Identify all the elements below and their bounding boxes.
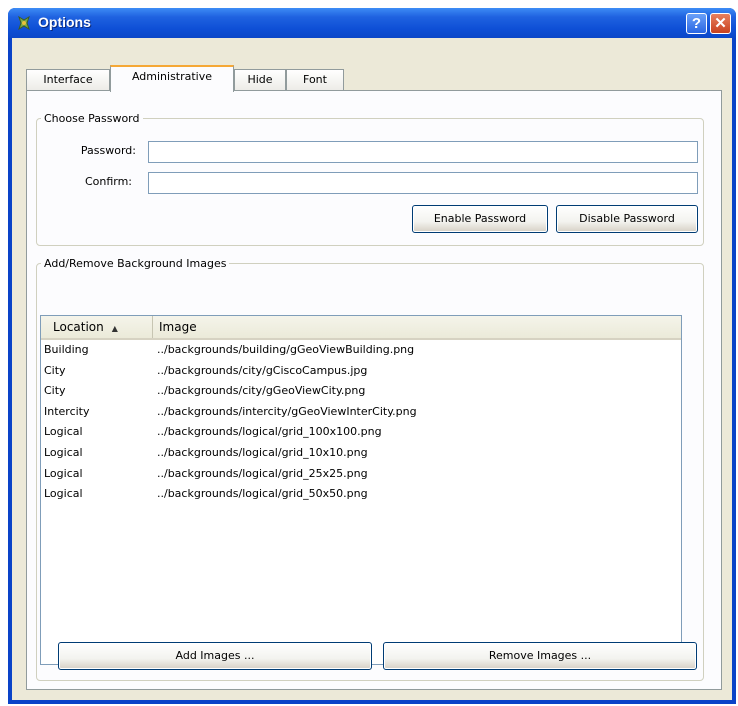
window-title: Options (38, 14, 91, 30)
tab-hide[interactable]: Hide (234, 69, 286, 91)
enable-password-button[interactable]: Enable Password (412, 205, 548, 233)
close-button[interactable]: ✕ (710, 13, 731, 34)
location-cell: Logical (44, 487, 83, 501)
remove-images-button[interactable]: Remove Images ... (383, 642, 697, 670)
table-row[interactable]: Logical ../backgrounds/logical/grid_100x1… (41, 422, 681, 443)
choose-password-legend: Choose Password (44, 112, 140, 125)
background-images-list[interactable]: Location ▲ Image Building ../backgrounds/b… (40, 315, 682, 665)
title-bar[interactable]: Options ? ✕ (8, 8, 736, 38)
help-icon: ? (691, 15, 702, 32)
image-path-cell: ../backgrounds/logical/grid_25x25.png (157, 466, 368, 480)
image-path-cell: ../backgrounds/city/gCiscoCampus.jpg (157, 363, 368, 377)
image-path-cell: ../backgrounds/city/gGeoViewCity.png (157, 384, 366, 398)
sort-ascending-icon: ▲ (111, 324, 118, 333)
location-cell: City (44, 363, 66, 377)
dialog-client-area: Interface Administrative Hide Font Choos… (12, 38, 732, 700)
table-row[interactable]: Logical ../backgrounds/logical/grid_50x50… (41, 484, 681, 505)
list-body: Building ../backgrounds/building/gGeoView… (41, 340, 681, 505)
tab-interface[interactable]: Interface (26, 69, 110, 91)
password-label: Password: (80, 144, 136, 157)
app-icon (18, 15, 30, 31)
table-row[interactable]: City ../backgrounds/city/gCiscoCampus.jpg (41, 361, 681, 382)
image-path-cell: ../backgrounds/logical/grid_10x10.png (157, 445, 368, 459)
add-images-button[interactable]: Add Images ... (58, 642, 372, 670)
background-images-legend: Add/Remove Background Images (44, 257, 227, 270)
close-icon: ✕ (714, 15, 727, 32)
help-button[interactable]: ? (686, 13, 707, 34)
tab-font[interactable]: Font (286, 69, 344, 91)
image-path-cell: ../backgrounds/building/gGeoViewBuilding… (157, 343, 415, 356)
confirm-password-field[interactable] (148, 172, 698, 194)
image-path-cell: ../backgrounds/logical/grid_100x100.png (157, 425, 382, 439)
column-header-image[interactable]: Image (153, 316, 681, 338)
tab-administrative[interactable]: Administrative (110, 65, 234, 92)
table-row[interactable]: Logical ../backgrounds/logical/grid_25x25… (41, 464, 681, 485)
image-path-cell: ../backgrounds/intercity/gGeoViewInterCi… (157, 404, 417, 418)
location-cell: Building (44, 343, 89, 356)
location-cell: Logical (44, 425, 83, 439)
column-header-location-label: Location (53, 320, 104, 334)
location-cell: Logical (44, 445, 83, 459)
location-cell: Logical (44, 466, 83, 480)
table-row[interactable]: Intercity ../backgrounds/intercity/gGeoVi… (41, 402, 681, 423)
list-header: Location ▲ Image (41, 316, 681, 340)
image-path-cell: ../backgrounds/logical/grid_50x50.png (157, 487, 368, 501)
password-field[interactable] (148, 141, 698, 163)
options-dialog: Options ? ✕ Interface Administrative Hid… (8, 8, 736, 704)
table-row[interactable]: Logical ../backgrounds/logical/grid_10x10… (41, 443, 681, 464)
table-row[interactable]: Building ../backgrounds/building/gGeoView… (41, 340, 681, 361)
location-cell: City (44, 384, 66, 398)
column-header-location[interactable]: Location ▲ (41, 316, 153, 338)
table-row[interactable]: City ../backgrounds/city/gGeoViewCity.png (41, 381, 681, 402)
location-cell: Intercity (44, 404, 90, 418)
disable-password-button[interactable]: Disable Password (556, 205, 698, 233)
confirm-label: Confirm: (84, 175, 132, 188)
